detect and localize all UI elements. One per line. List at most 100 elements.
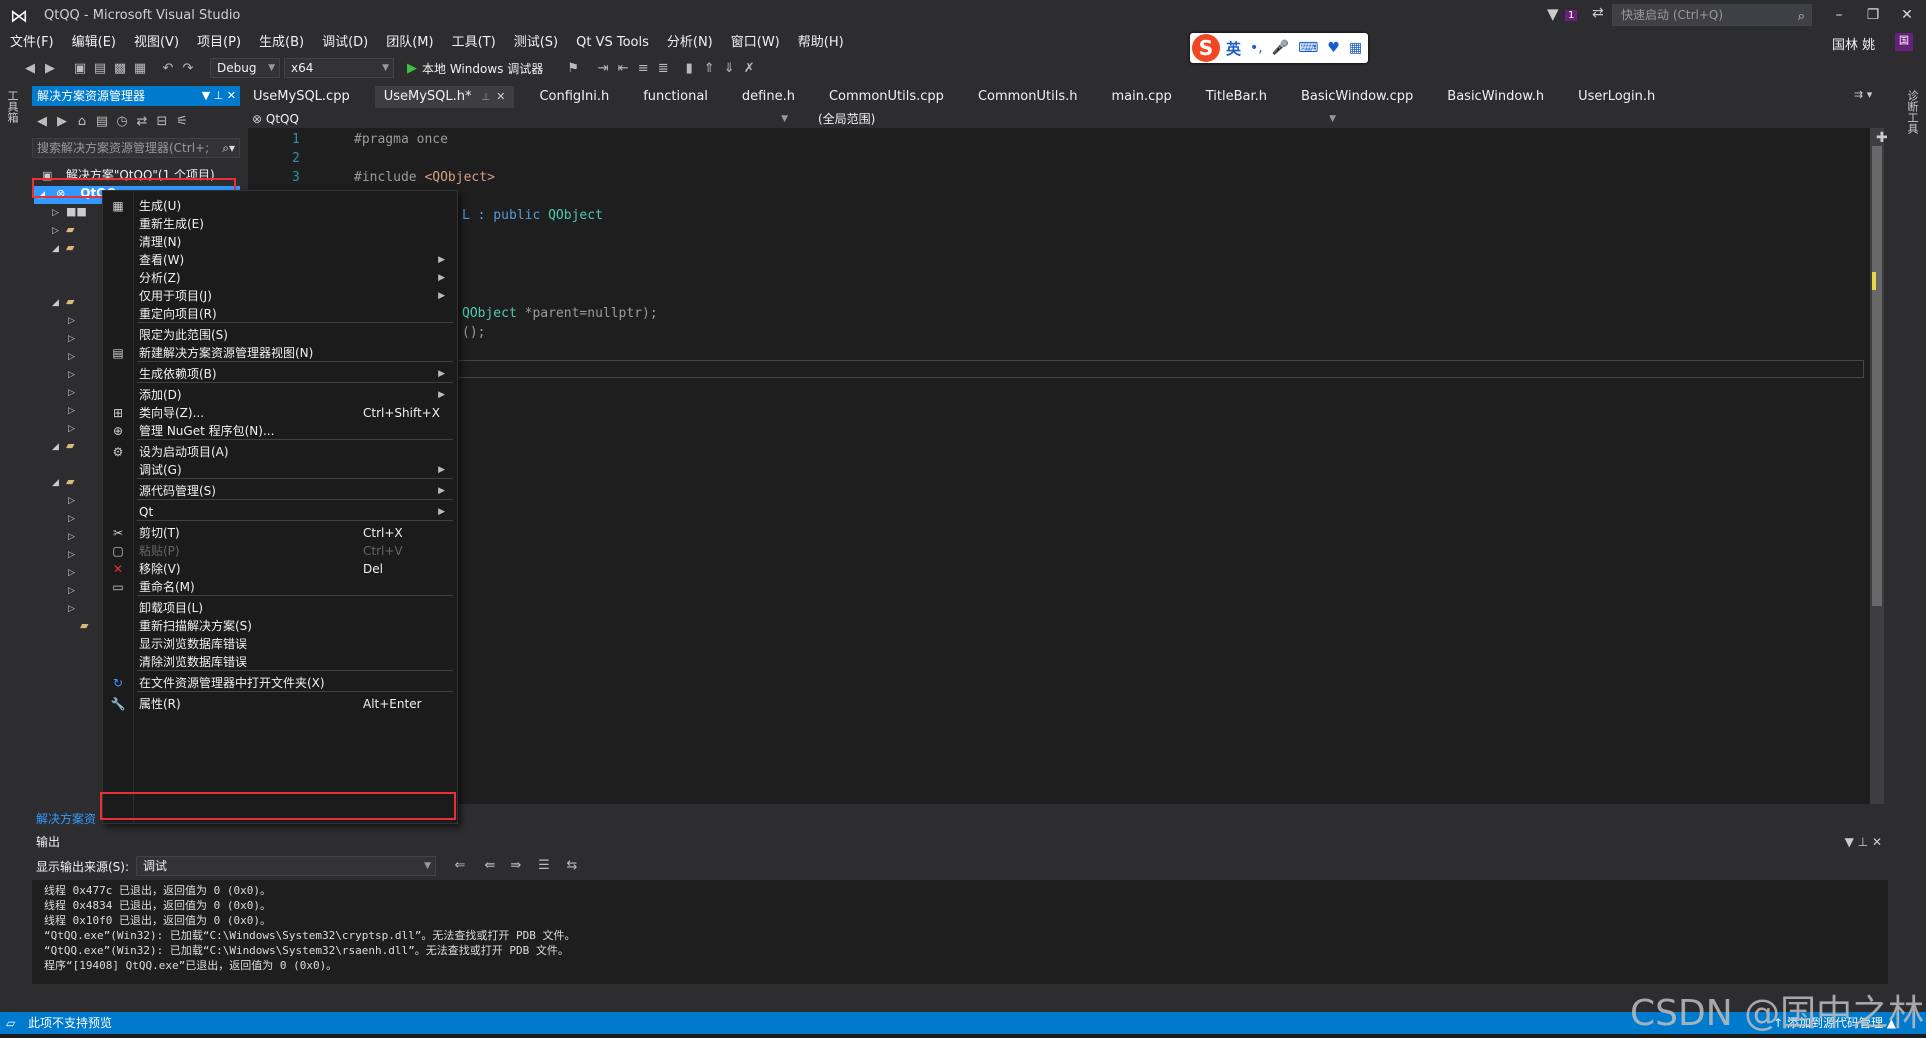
- split-editor-icon[interactable]: ✚: [1876, 130, 1888, 146]
- chevron-right-icon[interactable]: ▷: [52, 226, 66, 236]
- save-all-icon[interactable]: ▦: [130, 61, 150, 76]
- chevron-right-icon[interactable]: ▷: [68, 370, 82, 380]
- menu-item[interactable]: 团队(M): [377, 32, 442, 54]
- tree-item[interactable]: ▷: [68, 420, 82, 438]
- platform-select[interactable]: x64 ▼: [284, 58, 394, 78]
- close-icon[interactable]: ✕: [496, 90, 505, 103]
- tree-item[interactable]: ▷: [68, 564, 82, 582]
- start-debugging-icon[interactable]: ▶: [402, 61, 422, 76]
- menu-item[interactable]: 工具(T): [443, 32, 505, 54]
- save-icon[interactable]: ▩: [110, 61, 130, 76]
- expand-icon[interactable]: ◢: [52, 244, 66, 254]
- uncomment-icon[interactable]: ≣: [653, 61, 673, 76]
- diagnostics-tab[interactable]: 诊断工具: [1904, 90, 1920, 134]
- expand-icon[interactable]: ◢: [52, 478, 66, 488]
- tree-item[interactable]: ◢ ▰: [52, 294, 86, 312]
- chevron-down-icon[interactable]: ▼: [1845, 835, 1854, 849]
- chevron-right-icon[interactable]: ▷: [68, 586, 82, 596]
- pin-icon[interactable]: ⊥: [214, 89, 224, 102]
- avatar[interactable]: 国: [1895, 33, 1913, 51]
- tree-item[interactable]: ▷: [68, 582, 82, 600]
- undo-icon[interactable]: ↶: [158, 61, 178, 76]
- menu-item[interactable]: 编辑(E): [63, 32, 125, 54]
- close-icon[interactable]: ✕: [1872, 835, 1882, 849]
- back-icon[interactable]: ◀: [32, 114, 52, 129]
- indent-icon[interactable]: ⇥: [593, 61, 613, 76]
- context-menu-item[interactable]: 🔧 属性(R) Alt+Enter: [103, 693, 455, 715]
- chevron-right-icon[interactable]: ▷: [68, 496, 82, 506]
- debug-target-button[interactable]: 本地 Windows 调试器: [422, 60, 543, 77]
- find-message-icon[interactable]: ⇐: [450, 858, 470, 873]
- next-bookmark-icon[interactable]: ⇓: [719, 61, 739, 76]
- editor-tab[interactable]: main.cpp: [1102, 86, 1180, 108]
- chevron-right-icon[interactable]: ▷: [68, 406, 82, 416]
- chevron-right-icon[interactable]: ▷: [68, 532, 82, 542]
- search-icon[interactable]: ⌕: [1798, 7, 1805, 27]
- search-icon[interactable]: ⌕▾: [222, 139, 235, 157]
- toolbox-tab[interactable]: 工具箱: [6, 90, 20, 123]
- editor-tab[interactable]: CommonUtils.cpp: [820, 86, 953, 108]
- tree-item[interactable]: ◢ ▰: [52, 438, 86, 456]
- editor-tab[interactable]: ConfigIni.h: [530, 86, 618, 108]
- chevron-right-icon[interactable]: ▷: [52, 208, 66, 218]
- new-project-icon[interactable]: ▣: [70, 61, 90, 76]
- prev-message-icon[interactable]: ⇚: [480, 858, 500, 873]
- chevron-right-icon[interactable]: ▷: [68, 352, 82, 362]
- tree-item[interactable]: ▷: [68, 366, 82, 384]
- clear-all-icon[interactable]: ☰: [534, 858, 554, 873]
- menu-item[interactable]: Qt VS Tools: [567, 32, 658, 54]
- tree-item[interactable]: ▷: [68, 312, 82, 330]
- chevron-down-icon[interactable]: ▼: [202, 89, 210, 102]
- code-editor[interactable]: 1 2 3 #pragma once #include <QObject> L …: [248, 128, 1884, 804]
- next-message-icon[interactable]: ⇛: [506, 858, 526, 873]
- tree-item[interactable]: ▷: [68, 330, 82, 348]
- feedback-icon[interactable]: ⇄: [1592, 5, 1604, 21]
- properties-icon[interactable]: ⚟: [172, 114, 192, 129]
- tree-item[interactable]: ◢ ▰: [52, 474, 86, 492]
- comment-icon[interactable]: ≡: [633, 61, 653, 76]
- editor-tab[interactable]: BasicWindow.h: [1438, 86, 1553, 108]
- attach-icon[interactable]: ⚑: [563, 61, 583, 76]
- collapse-all-icon[interactable]: ⊟: [152, 114, 172, 129]
- open-file-icon[interactable]: ▤: [90, 61, 110, 76]
- menu-item[interactable]: 帮助(H): [789, 32, 853, 54]
- chevron-right-icon[interactable]: ▷: [68, 334, 82, 344]
- sync-icon[interactable]: ⇄: [132, 114, 152, 129]
- chevron-right-icon[interactable]: ▷: [68, 424, 82, 434]
- editor-scrollbar[interactable]: [1870, 128, 1884, 804]
- tree-item[interactable]: ▷: [68, 528, 82, 546]
- tree-item[interactable]: ◢ ▰: [52, 240, 86, 258]
- word-wrap-icon[interactable]: ⇆: [562, 858, 582, 873]
- menu-item[interactable]: 项目(P): [188, 32, 250, 54]
- tree-item[interactable]: ▰: [80, 618, 100, 636]
- editor-tab[interactable]: TitleBar.h: [1197, 86, 1276, 108]
- clear-bookmarks-icon[interactable]: ✗: [739, 61, 759, 76]
- output-horizontal-scrollbar[interactable]: [32, 986, 1888, 1000]
- editor-tab[interactable]: CommonUtils.h: [969, 86, 1087, 108]
- menu-item[interactable]: 测试(S): [505, 32, 567, 54]
- output-text-area[interactable]: 线程 0x477c 已退出，返回值为 0 (0x0)。 线程 0x4834 已退…: [32, 880, 1888, 984]
- switch-views-icon[interactable]: ▤: [92, 114, 112, 129]
- menu-item[interactable]: 窗口(W): [722, 32, 789, 54]
- tree-item[interactable]: ▷: [68, 384, 82, 402]
- editor-tab[interactable]: define.h: [733, 86, 804, 108]
- tree-item[interactable]: ▷: [68, 402, 82, 420]
- restore-button[interactable]: ❐: [1858, 4, 1888, 26]
- tree-item[interactable]: ▷: [68, 348, 82, 366]
- close-window-button[interactable]: ✕: [1892, 4, 1922, 26]
- scope-dropdown[interactable]: (全局范围) ▼: [798, 110, 1340, 128]
- editor-tab[interactable]: UserLogin.h: [1569, 86, 1664, 108]
- editor-tab[interactable]: UseMySQL.h* ⊥ ✕: [374, 86, 515, 108]
- tree-item[interactable]: ▷: [68, 600, 82, 618]
- tree-item[interactable]: ▷: [68, 546, 82, 564]
- solution-explorer-search-input[interactable]: 搜索解决方案资源管理器(Ctrl+; ⌕▾: [32, 138, 240, 158]
- forward-icon[interactable]: ▶: [52, 114, 72, 129]
- menu-item[interactable]: 分析(N): [658, 32, 722, 54]
- scrollbar-thumb[interactable]: [1872, 146, 1882, 606]
- redo-icon[interactable]: ↷: [178, 61, 198, 76]
- tab-solution-explorer[interactable]: 解决方案资: [36, 810, 96, 827]
- configuration-select[interactable]: Debug ▼: [210, 58, 280, 78]
- tree-item[interactable]: ▷ ■■: [52, 204, 87, 222]
- chevron-right-icon[interactable]: ▷: [68, 568, 82, 578]
- menu-item[interactable]: 视图(V): [125, 32, 188, 54]
